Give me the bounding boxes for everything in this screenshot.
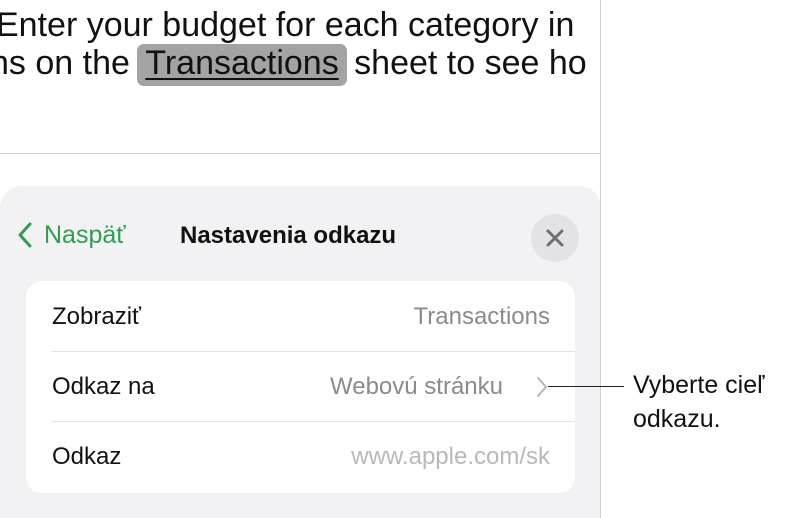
back-label: Naspäť — [44, 220, 126, 249]
close-button[interactable] — [531, 214, 579, 262]
link-settings-list: Zobraziť Transactions Odkaz na Webovú st… — [26, 281, 575, 493]
link-url-field[interactable]: www.apple.com/sk — [351, 443, 550, 471]
document-line: Enter your budget for each category in — [0, 6, 575, 44]
link-settings-sheet: Naspäť Nastavenia odkazu Zobraziť Transa… — [0, 186, 600, 518]
link-to-value: Webovú stránku — [330, 373, 503, 400]
document-body[interactable]: Enter your budget for each category in n… — [0, 6, 600, 86]
callout-line-1: Vyberte cieľ — [633, 371, 765, 399]
document-line: ns on the Transactions sheet to see ho — [0, 44, 600, 86]
device-screen: Enter your budget for each category in n… — [0, 0, 601, 518]
link-label: Odkaz — [52, 443, 122, 470]
link-to-row[interactable]: Odkaz na Webovú stránku — [26, 352, 575, 422]
sheet-header: Naspäť Nastavenia odkazu — [0, 186, 600, 286]
close-icon — [546, 229, 564, 247]
selected-link[interactable]: Transactions — [137, 44, 347, 86]
chevron-right-icon — [537, 377, 547, 397]
document-text: sheet to see ho — [354, 44, 587, 82]
back-button[interactable]: Naspäť — [14, 220, 126, 250]
link-row[interactable]: Odkaz www.apple.com/sk — [26, 422, 575, 492]
display-row[interactable]: Zobraziť Transactions — [26, 282, 575, 352]
callout-line-2: odkazu. — [633, 405, 721, 433]
display-value: Transactions — [413, 303, 551, 330]
callout-line — [548, 386, 624, 387]
link-to-label: Odkaz na — [52, 373, 155, 400]
stage: Enter your budget for each category in n… — [0, 0, 801, 518]
document-divider — [0, 153, 600, 154]
chevron-left-icon — [18, 222, 32, 248]
sheet-title: Nastavenia odkazu — [180, 222, 397, 249]
display-label: Zobraziť — [52, 303, 142, 330]
document-text: ns on the — [0, 44, 130, 82]
callout-text: Vyberte cieľ odkazu. — [633, 368, 764, 436]
